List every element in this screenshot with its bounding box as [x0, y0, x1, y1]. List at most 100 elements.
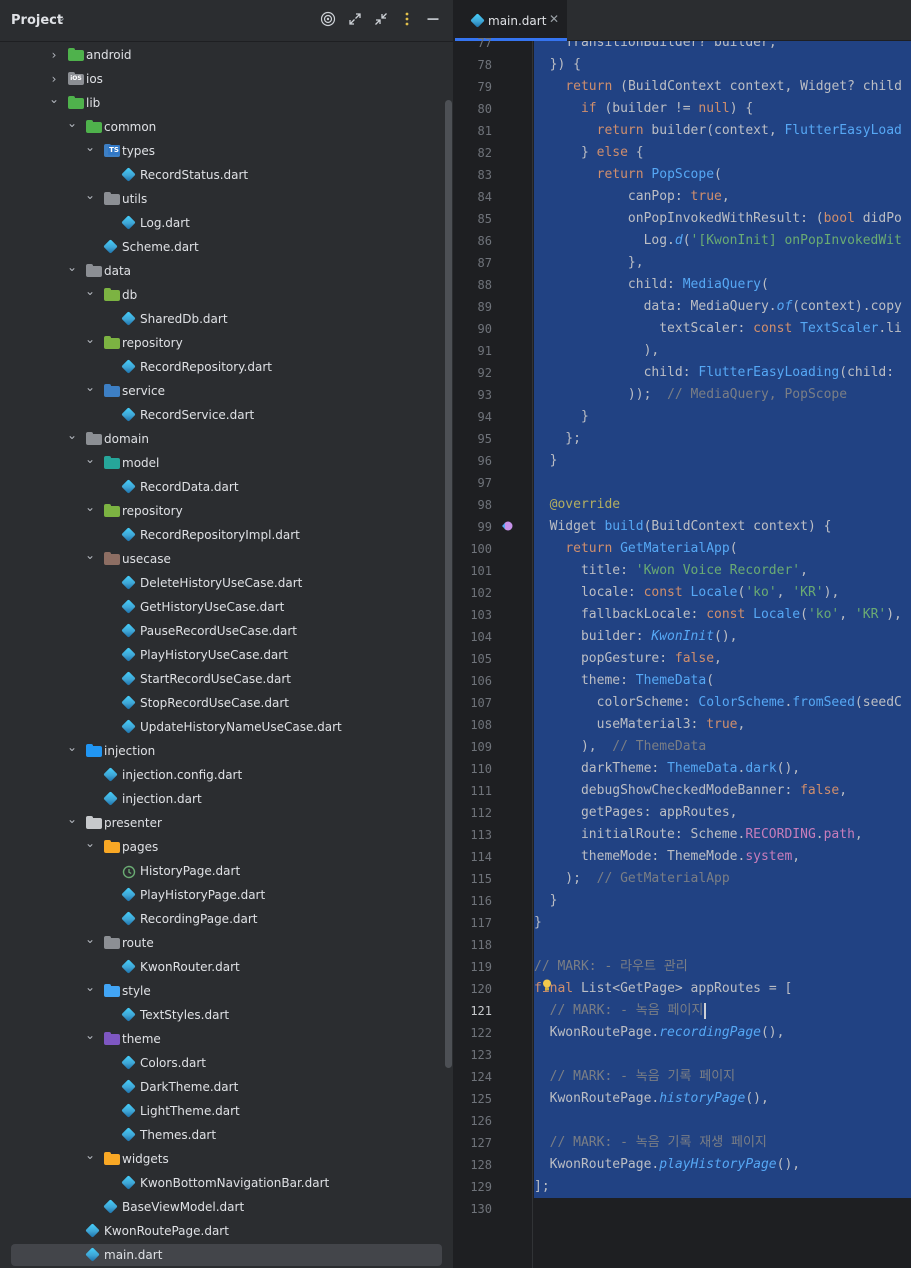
- code-line[interactable]: child: FlutterEasyLoading(child:: [534, 362, 911, 384]
- tree-item[interactable]: PlayHistoryPage.dart: [0, 883, 446, 907]
- code-line[interactable]: }: [534, 406, 911, 428]
- close-icon[interactable]: ✕: [549, 12, 559, 26]
- more-options-icon[interactable]: [398, 11, 416, 29]
- tree-item[interactable]: DeleteHistoryUseCase.dart: [0, 571, 446, 595]
- tree-item[interactable]: PlayHistoryUseCase.dart: [0, 643, 446, 667]
- code-line[interactable]: canPop: true,: [534, 186, 911, 208]
- chevron-down-icon[interactable]: ⌄: [65, 737, 79, 757]
- tree-item[interactable]: UpdateHistoryNameUseCase.dart: [0, 715, 446, 739]
- chevron-down-icon[interactable]: ⌄: [83, 137, 97, 157]
- chevron-down-icon[interactable]: ⌄: [57, 11, 66, 24]
- code-line[interactable]: // MARK: - 녹음 기록 페이지: [534, 1066, 911, 1088]
- tree-item[interactable]: StartRecordUseCase.dart: [0, 667, 446, 691]
- code-line[interactable]: Log.d('[KwonInit] onPopInvokedWit: [534, 230, 911, 252]
- code-line[interactable]: return builder(context, FlutterEasyLoad: [534, 120, 911, 142]
- code-line[interactable]: colorScheme: ColorScheme.fromSeed(seedC: [534, 692, 911, 714]
- code-line[interactable]: // MARK: - 라우트 관리: [534, 956, 911, 978]
- chevron-down-icon[interactable]: ⌄: [83, 929, 97, 949]
- tree-item[interactable]: ⌄ model: [0, 451, 446, 475]
- tree-item[interactable]: DarkTheme.dart: [0, 1075, 446, 1099]
- code-line[interactable]: ];: [534, 1176, 911, 1198]
- code-line[interactable]: final List<GetPage> appRoutes = [: [534, 978, 911, 1000]
- chevron-down-icon[interactable]: ⌄: [83, 329, 97, 349]
- chevron-down-icon[interactable]: ⌄: [47, 89, 61, 109]
- tree-item[interactable]: ⌄ db: [0, 283, 446, 307]
- code-line[interactable]: darkTheme: ThemeData.dark(),: [534, 758, 911, 780]
- chevron-right-icon[interactable]: ›: [47, 69, 61, 89]
- tree-item[interactable]: RecordRepositoryImpl.dart: [0, 523, 446, 547]
- tree-item[interactable]: ⌄ repository: [0, 331, 446, 355]
- lightbulb-icon[interactable]: [542, 979, 552, 991]
- code-line[interactable]: getPages: appRoutes,: [534, 802, 911, 824]
- override-method-icon[interactable]: [500, 518, 514, 532]
- chevron-down-icon[interactable]: ⌄: [83, 545, 97, 565]
- code-line[interactable]: popGesture: false,: [534, 648, 911, 670]
- code-line[interactable]: // MARK: - 녹음 기록 재생 페이지: [534, 1132, 911, 1154]
- chevron-down-icon[interactable]: ⌄: [83, 185, 97, 205]
- code-line[interactable]: [534, 1110, 911, 1132]
- code-line[interactable]: }: [534, 912, 911, 934]
- chevron-down-icon[interactable]: ⌄: [65, 809, 79, 829]
- code-line[interactable]: @override: [534, 494, 911, 516]
- tree-item[interactable]: Scheme.dart: [0, 235, 446, 259]
- tree-item[interactable]: TextStyles.dart: [0, 1003, 446, 1027]
- code-line[interactable]: [534, 1044, 911, 1066]
- tree-item[interactable]: injection.config.dart: [0, 763, 446, 787]
- tree-item[interactable]: ⌄ TS types: [0, 139, 446, 163]
- target-icon[interactable]: [319, 11, 337, 29]
- code-line[interactable]: initialRoute: Scheme.RECORDING.path,: [534, 824, 911, 846]
- project-tree-scrollbar[interactable]: [445, 100, 452, 1068]
- code-line[interactable]: theme: ThemeData(: [534, 670, 911, 692]
- code-line[interactable]: return GetMaterialApp(: [534, 538, 911, 560]
- code-line[interactable]: if (builder != null) {: [534, 98, 911, 120]
- code-line[interactable]: }: [534, 450, 911, 472]
- chevron-down-icon[interactable]: ⌄: [83, 449, 97, 469]
- chevron-down-icon[interactable]: ⌄: [83, 977, 97, 997]
- tree-item[interactable]: ⌄ style: [0, 979, 446, 1003]
- tree-item[interactable]: StopRecordUseCase.dart: [0, 691, 446, 715]
- tree-item[interactable]: RecordRepository.dart: [0, 355, 446, 379]
- chevron-down-icon[interactable]: ⌄: [83, 1025, 97, 1045]
- collapse-all-icon[interactable]: [372, 11, 390, 29]
- chevron-down-icon[interactable]: ⌄: [83, 281, 97, 301]
- code-line[interactable]: }) {: [534, 54, 911, 76]
- expand-all-icon[interactable]: [346, 11, 364, 29]
- code-line[interactable]: },: [534, 252, 911, 274]
- tree-item[interactable]: ⌄ repository: [0, 499, 446, 523]
- code-line[interactable]: child: MediaQuery(: [534, 274, 911, 296]
- code-line[interactable]: themeMode: ThemeMode.system,: [534, 846, 911, 868]
- tree-item[interactable]: ⌄ route: [0, 931, 446, 955]
- tree-item[interactable]: GetHistoryUseCase.dart: [0, 595, 446, 619]
- code-line[interactable]: // MARK: - 녹음 페이지: [534, 1000, 911, 1022]
- tree-item[interactable]: ⌄ service: [0, 379, 446, 403]
- code-line[interactable]: KwonRoutePage.playHistoryPage(),: [534, 1154, 911, 1176]
- code-line[interactable]: ); // GetMaterialApp: [534, 868, 911, 890]
- tree-item[interactable]: ⌄ common: [0, 115, 446, 139]
- tree-item[interactable]: KwonBottomNavigationBar.dart: [0, 1171, 446, 1195]
- tree-item[interactable]: injection.dart: [0, 787, 446, 811]
- code-line[interactable]: debugShowCheckedModeBanner: false,: [534, 780, 911, 802]
- code-line[interactable]: fallbackLocale: const Locale('ko', 'KR')…: [534, 604, 911, 626]
- chevron-down-icon[interactable]: ⌄: [65, 113, 79, 133]
- tree-item[interactable]: RecordService.dart: [0, 403, 446, 427]
- code-line[interactable]: return (BuildContext context, Widget? ch…: [534, 76, 911, 98]
- tree-item[interactable]: HistoryPage.dart: [0, 859, 446, 883]
- tree-item[interactable]: Colors.dart: [0, 1051, 446, 1075]
- minimize-icon[interactable]: [424, 11, 442, 29]
- code-line[interactable]: onPopInvokedWithResult: (bool didPo: [534, 208, 911, 230]
- code-line[interactable]: ),: [534, 340, 911, 362]
- code-line[interactable]: KwonRoutePage.historyPage(),: [534, 1088, 911, 1110]
- tree-item[interactable]: › iOS ios: [0, 67, 446, 91]
- code-line[interactable]: return PopScope(: [534, 164, 911, 186]
- project-view-selector[interactable]: Project: [11, 13, 63, 28]
- tree-item[interactable]: RecordStatus.dart: [0, 163, 446, 187]
- code-line[interactable]: TransitionBuilder? builder,: [534, 41, 911, 54]
- tree-item[interactable]: LightTheme.dart: [0, 1099, 446, 1123]
- tree-item[interactable]: ⌄ data: [0, 259, 446, 283]
- tree-item[interactable]: PauseRecordUseCase.dart: [0, 619, 446, 643]
- chevron-down-icon[interactable]: ⌄: [65, 425, 79, 445]
- tree-item[interactable]: ⌄ pages: [0, 835, 446, 859]
- tree-item[interactable]: ⌄ presenter: [0, 811, 446, 835]
- tree-item[interactable]: ⌄ injection: [0, 739, 446, 763]
- code-line[interactable]: [534, 934, 911, 956]
